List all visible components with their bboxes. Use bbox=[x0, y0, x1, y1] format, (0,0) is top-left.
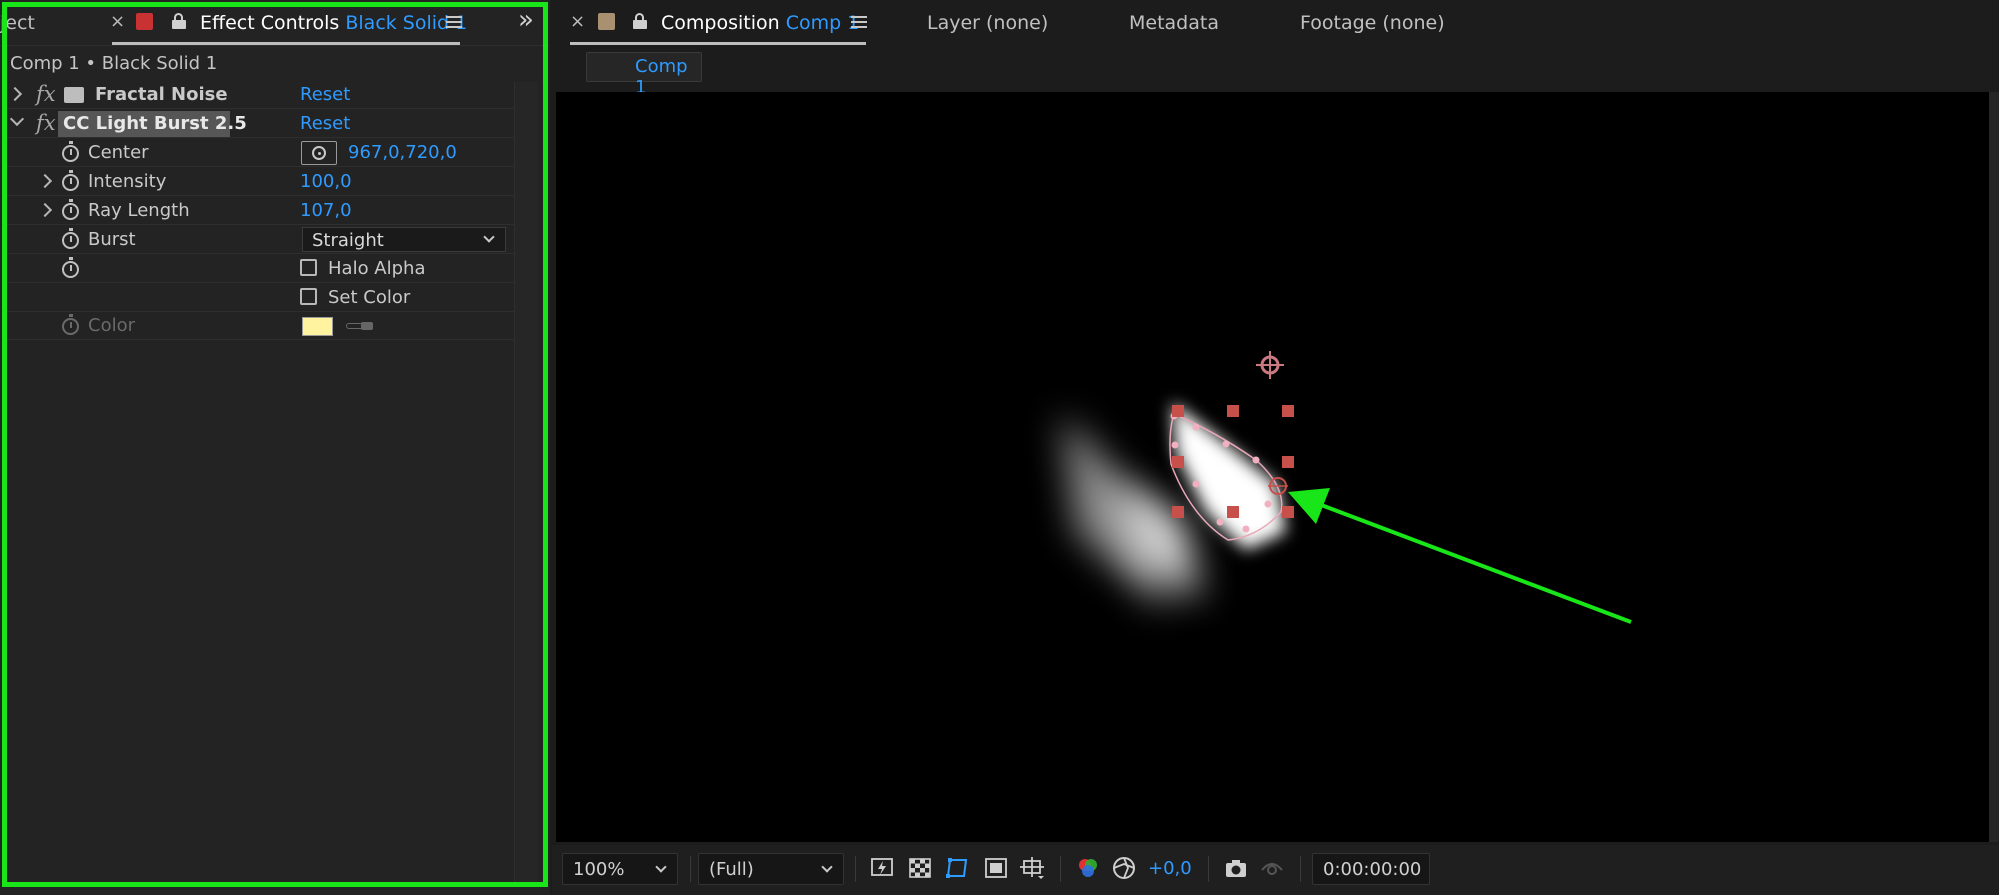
magnification-value: 100% bbox=[573, 859, 625, 880]
tab-project[interactable]: ject bbox=[0, 12, 35, 34]
green-arrow-annotation bbox=[1288, 488, 1632, 624]
reset-exposure-icon[interactable] bbox=[1112, 856, 1136, 880]
ray-length-value[interactable]: 107,0 bbox=[300, 200, 352, 221]
crosshair-target-icon[interactable] bbox=[301, 141, 337, 165]
breadcrumb: Comp 1 • Black Solid 1 bbox=[10, 53, 218, 74]
property-label: Burst bbox=[88, 229, 136, 250]
stopwatch-icon bbox=[62, 314, 79, 335]
expand-chevron-icon[interactable] bbox=[37, 173, 53, 189]
timecode-value: 0:00:00:00 bbox=[1323, 859, 1422, 880]
comp-subtab[interactable]: Comp 1 bbox=[586, 52, 702, 98]
toolbar-separator bbox=[1060, 856, 1061, 882]
viewer-scrollbar[interactable] bbox=[1989, 92, 1999, 842]
halo-alpha-label: Halo Alpha bbox=[328, 258, 426, 279]
current-time-display[interactable]: 0:00:00:00 bbox=[1312, 853, 1430, 885]
color-swatch[interactable] bbox=[302, 317, 333, 336]
snapshot-camera-icon[interactable] bbox=[1224, 856, 1248, 880]
set-color-checkbox[interactable] bbox=[300, 288, 317, 305]
stopwatch-icon[interactable] bbox=[62, 199, 79, 220]
property-row-halo-alpha: Halo Alpha bbox=[6, 255, 514, 283]
region-of-interest-icon[interactable] bbox=[984, 856, 1008, 880]
toolbar-separator bbox=[1208, 856, 1209, 882]
stopwatch-icon[interactable] bbox=[62, 257, 79, 278]
viewer-tab-bar: × Composition Comp 1 Layer (none) Metada… bbox=[552, 0, 1999, 46]
fx-icon[interactable]: fx bbox=[36, 82, 56, 106]
collapse-chevron-icon[interactable] bbox=[9, 111, 25, 127]
close-icon[interactable]: × bbox=[110, 11, 125, 32]
tab-metadata[interactable]: Metadata bbox=[1129, 12, 1219, 34]
chevron-down-icon bbox=[483, 231, 495, 243]
composition-viewer[interactable] bbox=[556, 92, 1989, 842]
resolution-value: (Full) bbox=[709, 859, 754, 880]
property-row-intensity: Intensity 100,0 bbox=[6, 168, 514, 196]
stopwatch-icon[interactable] bbox=[62, 170, 79, 191]
property-row-ray-length: Ray Length 107,0 bbox=[6, 197, 514, 225]
effect-row-cc-light-burst[interactable]: fx CC Light Burst 2.5 Reset bbox=[6, 110, 514, 138]
tab-composition[interactable]: Composition Comp 1 bbox=[661, 12, 859, 34]
panel-menu-icon[interactable] bbox=[851, 16, 867, 28]
label-color-swatch[interactable] bbox=[136, 13, 153, 30]
toolbar-separator bbox=[690, 856, 691, 882]
reset-link[interactable]: Reset bbox=[300, 84, 350, 105]
property-label: Intensity bbox=[88, 171, 167, 192]
mask-visibility-icon[interactable] bbox=[945, 856, 969, 880]
grid-guides-icon[interactable] bbox=[1020, 856, 1044, 880]
viewer-canvas[interactable] bbox=[556, 92, 1989, 842]
show-snapshot-icon[interactable] bbox=[1260, 856, 1284, 880]
reset-link[interactable]: Reset bbox=[300, 113, 350, 134]
property-row-burst: Burst Straight bbox=[6, 226, 514, 254]
property-row-color: Color bbox=[6, 312, 514, 340]
lock-icon[interactable] bbox=[172, 13, 186, 29]
stopwatch-icon[interactable] bbox=[62, 228, 79, 249]
property-row-center: Center 967,0,720,0 bbox=[6, 139, 514, 167]
lock-icon[interactable] bbox=[633, 13, 647, 29]
intensity-value[interactable]: 100,0 bbox=[300, 171, 352, 192]
close-icon[interactable]: × bbox=[570, 11, 585, 32]
tab-effect-controls-label: Effect Controls bbox=[200, 12, 340, 34]
viewer-subtab-bar bbox=[552, 46, 1999, 90]
panel-menu-icon[interactable] bbox=[446, 16, 462, 28]
property-label: Color bbox=[88, 315, 135, 336]
tab-composition-name: Comp 1 bbox=[785, 12, 860, 34]
effect-name: Fractal Noise bbox=[95, 84, 228, 105]
expand-chevron-icon[interactable] bbox=[37, 202, 53, 218]
anchor-point-icon[interactable] bbox=[1256, 351, 1284, 379]
property-row-set-color: Set Color bbox=[6, 284, 514, 312]
active-tab-indicator bbox=[112, 42, 460, 45]
fast-previews-icon[interactable] bbox=[870, 856, 894, 880]
tab-footage[interactable]: Footage (none) bbox=[1300, 12, 1445, 34]
set-color-label: Set Color bbox=[328, 287, 411, 308]
toolbar-separator bbox=[855, 856, 856, 882]
fx-icon[interactable]: fx bbox=[36, 111, 56, 135]
effect-controls-scrollbar[interactable] bbox=[514, 82, 538, 882]
channels-icon[interactable] bbox=[1076, 856, 1100, 880]
exposure-value[interactable]: +0,0 bbox=[1148, 858, 1192, 879]
property-label: Ray Length bbox=[88, 200, 190, 221]
effect-preset-icon bbox=[64, 87, 84, 103]
chevron-down-icon bbox=[821, 861, 833, 873]
burst-center-handle[interactable] bbox=[1268, 477, 1288, 495]
transparency-grid-icon[interactable] bbox=[908, 856, 932, 880]
chevron-down-icon bbox=[655, 861, 667, 873]
burst-dropdown[interactable]: Straight bbox=[302, 227, 506, 252]
left-tab-bar: ject × Effect Controls Black Solid 1 » bbox=[0, 0, 550, 46]
active-tab-indicator bbox=[570, 42, 866, 45]
eyedropper-icon[interactable] bbox=[346, 322, 373, 330]
effect-row-fractal-noise[interactable]: fx Fractal Noise Reset bbox=[6, 81, 514, 109]
burst-dropdown-value: Straight bbox=[312, 230, 384, 251]
tab-effect-controls[interactable]: Effect Controls Black Solid 1 bbox=[200, 12, 467, 34]
center-value[interactable]: 967,0,720,0 bbox=[348, 142, 457, 163]
overflow-icon[interactable]: » bbox=[518, 5, 534, 35]
halo-alpha-checkbox[interactable] bbox=[300, 259, 317, 276]
expand-chevron-icon[interactable] bbox=[7, 86, 23, 102]
magnification-dropdown[interactable]: 100% bbox=[562, 853, 678, 885]
toolbar-separator bbox=[1300, 856, 1301, 882]
tab-composition-label: Composition bbox=[661, 12, 780, 34]
resolution-dropdown[interactable]: (Full) bbox=[698, 853, 844, 885]
tab-layer[interactable]: Layer (none) bbox=[927, 12, 1048, 34]
effect-name: CC Light Burst 2.5 bbox=[63, 113, 247, 134]
stopwatch-icon[interactable] bbox=[62, 141, 79, 162]
property-label: Center bbox=[88, 142, 149, 163]
label-color-swatch[interactable] bbox=[598, 13, 615, 30]
